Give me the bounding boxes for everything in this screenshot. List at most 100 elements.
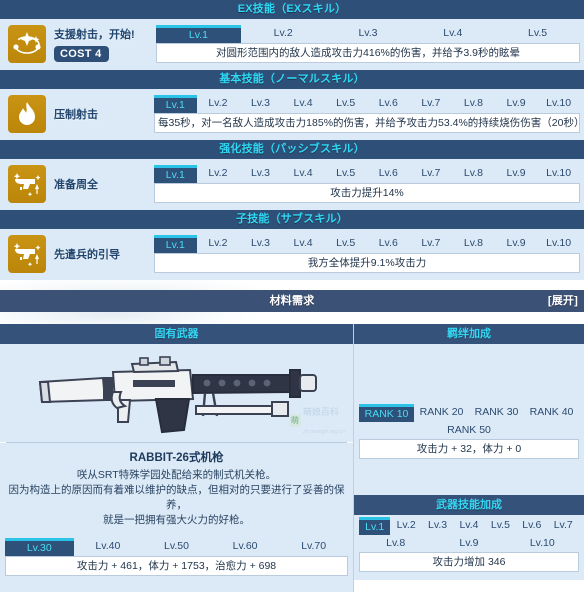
level-tab[interactable]: Lv.2: [197, 165, 240, 182]
level-tab[interactable]: Lv.9: [495, 235, 538, 252]
level-tab[interactable]: Lv.5: [485, 517, 516, 534]
bond-bottom-spacer: [354, 467, 584, 495]
skill-name-passive: 准备周全: [54, 179, 98, 191]
level-tab[interactable]: Lv.10: [537, 235, 580, 252]
skill-description-passive: 攻击力提升14%: [154, 183, 580, 203]
level-tab[interactable]: Lv.5: [324, 165, 367, 182]
level-tab[interactable]: Lv.9: [432, 535, 505, 552]
level-tab[interactable]: Lv.8: [359, 535, 432, 552]
materials-expand-toggle[interactable]: [展开]: [548, 290, 578, 312]
level-tab[interactable]: Lv.1: [154, 165, 197, 183]
bond-rank-tabs-row1: RANK 10 RANK 20 RANK 30 RANK 40: [359, 404, 579, 422]
level-tab[interactable]: RANK 30: [469, 404, 524, 421]
weapon-column: 固有武器 萌 萌娘百科 zh.moegirl.org.cn RABBIT-26式…: [0, 324, 353, 592]
skill-meta-ex: 支援射击，开始! COST 4: [54, 26, 135, 62]
skill-name-sub: 先遣兵的引导: [54, 249, 120, 261]
level-tab[interactable]: Lv.10: [506, 535, 579, 552]
weapon-stats: 攻击力 + 461，体力 + 1753，治愈力 + 698: [5, 556, 348, 576]
bond-top-spacer: [354, 344, 584, 404]
level-tab[interactable]: Lv.7: [410, 95, 453, 112]
skill-levels-ex: Lv.1 Lv.2 Lv.3 Lv.4 Lv.5 对圆形范围内的敌人造成攻击力416%的…: [156, 25, 580, 63]
level-tab[interactable]: Lv.7: [548, 517, 579, 534]
section-header-ex: EX技能（EXスキル）: [0, 0, 584, 19]
level-tab[interactable]: Lv.8: [452, 95, 495, 112]
level-tab[interactable]: Lv.4: [282, 235, 325, 252]
level-tab[interactable]: RANK 40: [524, 404, 579, 421]
skill-identity-passive: 准备周全: [8, 165, 154, 203]
level-tab[interactable]: Lv.10: [537, 165, 580, 182]
ex-orbit-icon: [8, 25, 46, 63]
weapon-skill-stats: 攻击力增加 346: [359, 552, 579, 572]
level-tab[interactable]: Lv.3: [239, 95, 282, 112]
level-tab[interactable]: Lv.4: [453, 517, 484, 534]
level-tab[interactable]: Lv.9: [495, 165, 538, 182]
level-tab[interactable]: Lv.8: [452, 165, 495, 182]
level-tab[interactable]: Lv.1: [154, 95, 197, 113]
level-tab[interactable]: Lv.6: [516, 517, 547, 534]
level-tab[interactable]: Lv.5: [324, 235, 367, 252]
section-header-normal: 基本技能（ノーマルスキル）: [0, 70, 584, 89]
level-tab-list-passive: Lv.1 Lv.2 Lv.3 Lv.4 Lv.5 Lv.6 Lv.7 Lv.8 Lv.9 Lv.1…: [154, 165, 580, 183]
level-tab[interactable]: Lv.2: [197, 95, 240, 112]
level-tab[interactable]: RANK 10: [359, 404, 414, 422]
level-tab[interactable]: Lv.5: [324, 95, 367, 112]
level-tab[interactable]: Lv.1: [359, 517, 391, 535]
pistol-up-icon: [8, 165, 46, 203]
level-tab[interactable]: Lv.4: [282, 165, 325, 182]
bond-stats: 攻击力 + 32，体力 + 0: [359, 439, 579, 459]
level-tab[interactable]: Lv.50: [142, 538, 211, 555]
skill-name-normal: 压制射击: [54, 109, 98, 121]
level-tab[interactable]: Lv.40: [74, 538, 143, 555]
weapon-info: RABBIT-26式机枪 咲从SRT特殊学园处配给来的制式机关枪。 因为构造上的…: [0, 443, 353, 535]
skill-meta-normal: 压制射击: [54, 106, 98, 122]
level-tab[interactable]: Lv.3: [239, 165, 282, 182]
skill-meta-passive: 准备周全: [54, 176, 98, 192]
level-tab[interactable]: Lv.6: [367, 165, 410, 182]
skill-meta-sub: 先遣兵的引导: [54, 246, 120, 262]
level-tab[interactable]: Lv.30: [5, 538, 74, 556]
section-header-passive: 强化技能（パッシブスキル）: [0, 140, 584, 159]
level-tab[interactable]: Lv.4: [410, 25, 495, 42]
level-tab[interactable]: Lv.2: [241, 25, 326, 42]
level-tab[interactable]: Lv.10: [537, 95, 580, 112]
weapon-skill-section: Lv.1 Lv.2 Lv.3 Lv.4 Lv.5 Lv.6 Lv.7 Lv.8 Lv.9 Lv.…: [354, 515, 584, 580]
level-tab[interactable]: Lv.70: [279, 538, 348, 555]
watermark-text: 萌娘百科: [302, 407, 339, 417]
bond-panel-title: 羁绊加成: [354, 324, 584, 344]
level-tab[interactable]: Lv.3: [422, 517, 453, 534]
materials-title: 材料需求: [269, 295, 315, 307]
level-tab[interactable]: Lv.8: [452, 235, 495, 252]
weapon-description-line-3: 就是一把拥有强大火力的好枪。: [103, 514, 250, 526]
level-tab[interactable]: Lv.6: [367, 95, 410, 112]
level-tab[interactable]: Lv.7: [410, 165, 453, 182]
skill-levels-sub: Lv.1 Lv.2 Lv.3 Lv.4 Lv.5 Lv.6 Lv.7 Lv.8 Lv.9 Lv.1…: [154, 235, 580, 273]
level-tab[interactable]: RANK 50: [359, 422, 579, 439]
level-tab[interactable]: Lv.2: [197, 235, 240, 252]
bond-rank-section: RANK 10 RANK 20 RANK 30 RANK 40 RANK 50 攻击力…: [354, 404, 584, 467]
level-tab[interactable]: Lv.3: [239, 235, 282, 252]
skill-row-passive: 准备周全 Lv.1 Lv.2 Lv.3 Lv.4 Lv.5 Lv.6 Lv.7 Lv.8 Lv.…: [0, 159, 584, 210]
level-tab[interactable]: RANK 20: [414, 404, 469, 421]
weapon-level-tabs: Lv.30 Lv.40 Lv.50 Lv.60 Lv.70: [5, 538, 348, 556]
level-tab[interactable]: Lv.4: [282, 95, 325, 112]
watermark-badge: 萌: [288, 413, 301, 427]
skill-description-sub: 我方全体提升9.1%攻击力: [154, 253, 580, 273]
level-tab-list-ex: Lv.1 Lv.2 Lv.3 Lv.4 Lv.5: [156, 25, 580, 43]
weapon-skill-tabs-row1: Lv.1 Lv.2 Lv.3 Lv.4 Lv.5 Lv.6 Lv.7: [359, 517, 579, 535]
level-tab[interactable]: Lv.3: [326, 25, 411, 42]
weapon-panel-title: 固有武器: [0, 324, 353, 344]
level-tab[interactable]: Lv.9: [495, 95, 538, 112]
level-tab[interactable]: Lv.1: [156, 25, 241, 43]
skill-identity-ex: 支援射击，开始! COST 4: [8, 25, 156, 63]
skill-row-sub: 先遣兵的引导 Lv.1 Lv.2 Lv.3 Lv.4 Lv.5 Lv.6 Lv.7 Lv.8 L…: [0, 229, 584, 280]
weapon-description-line-1: 咲从SRT特殊学园处配给来的制式机关枪。: [76, 469, 277, 481]
skill-identity-normal: 压制射击: [8, 95, 154, 133]
level-tab-list-sub: Lv.1 Lv.2 Lv.3 Lv.4 Lv.5 Lv.6 Lv.7 Lv.8 Lv.9 Lv.1…: [154, 235, 580, 253]
level-tab[interactable]: Lv.2: [390, 517, 421, 534]
level-tab[interactable]: Lv.7: [410, 235, 453, 252]
level-tab[interactable]: Lv.60: [211, 538, 280, 555]
level-tab[interactable]: Lv.5: [495, 25, 580, 42]
weapon-level-section: Lv.30 Lv.40 Lv.50 Lv.60 Lv.70 攻击力 + 461，体力 +…: [0, 535, 353, 584]
level-tab[interactable]: Lv.6: [367, 235, 410, 252]
level-tab[interactable]: Lv.1: [154, 235, 197, 253]
